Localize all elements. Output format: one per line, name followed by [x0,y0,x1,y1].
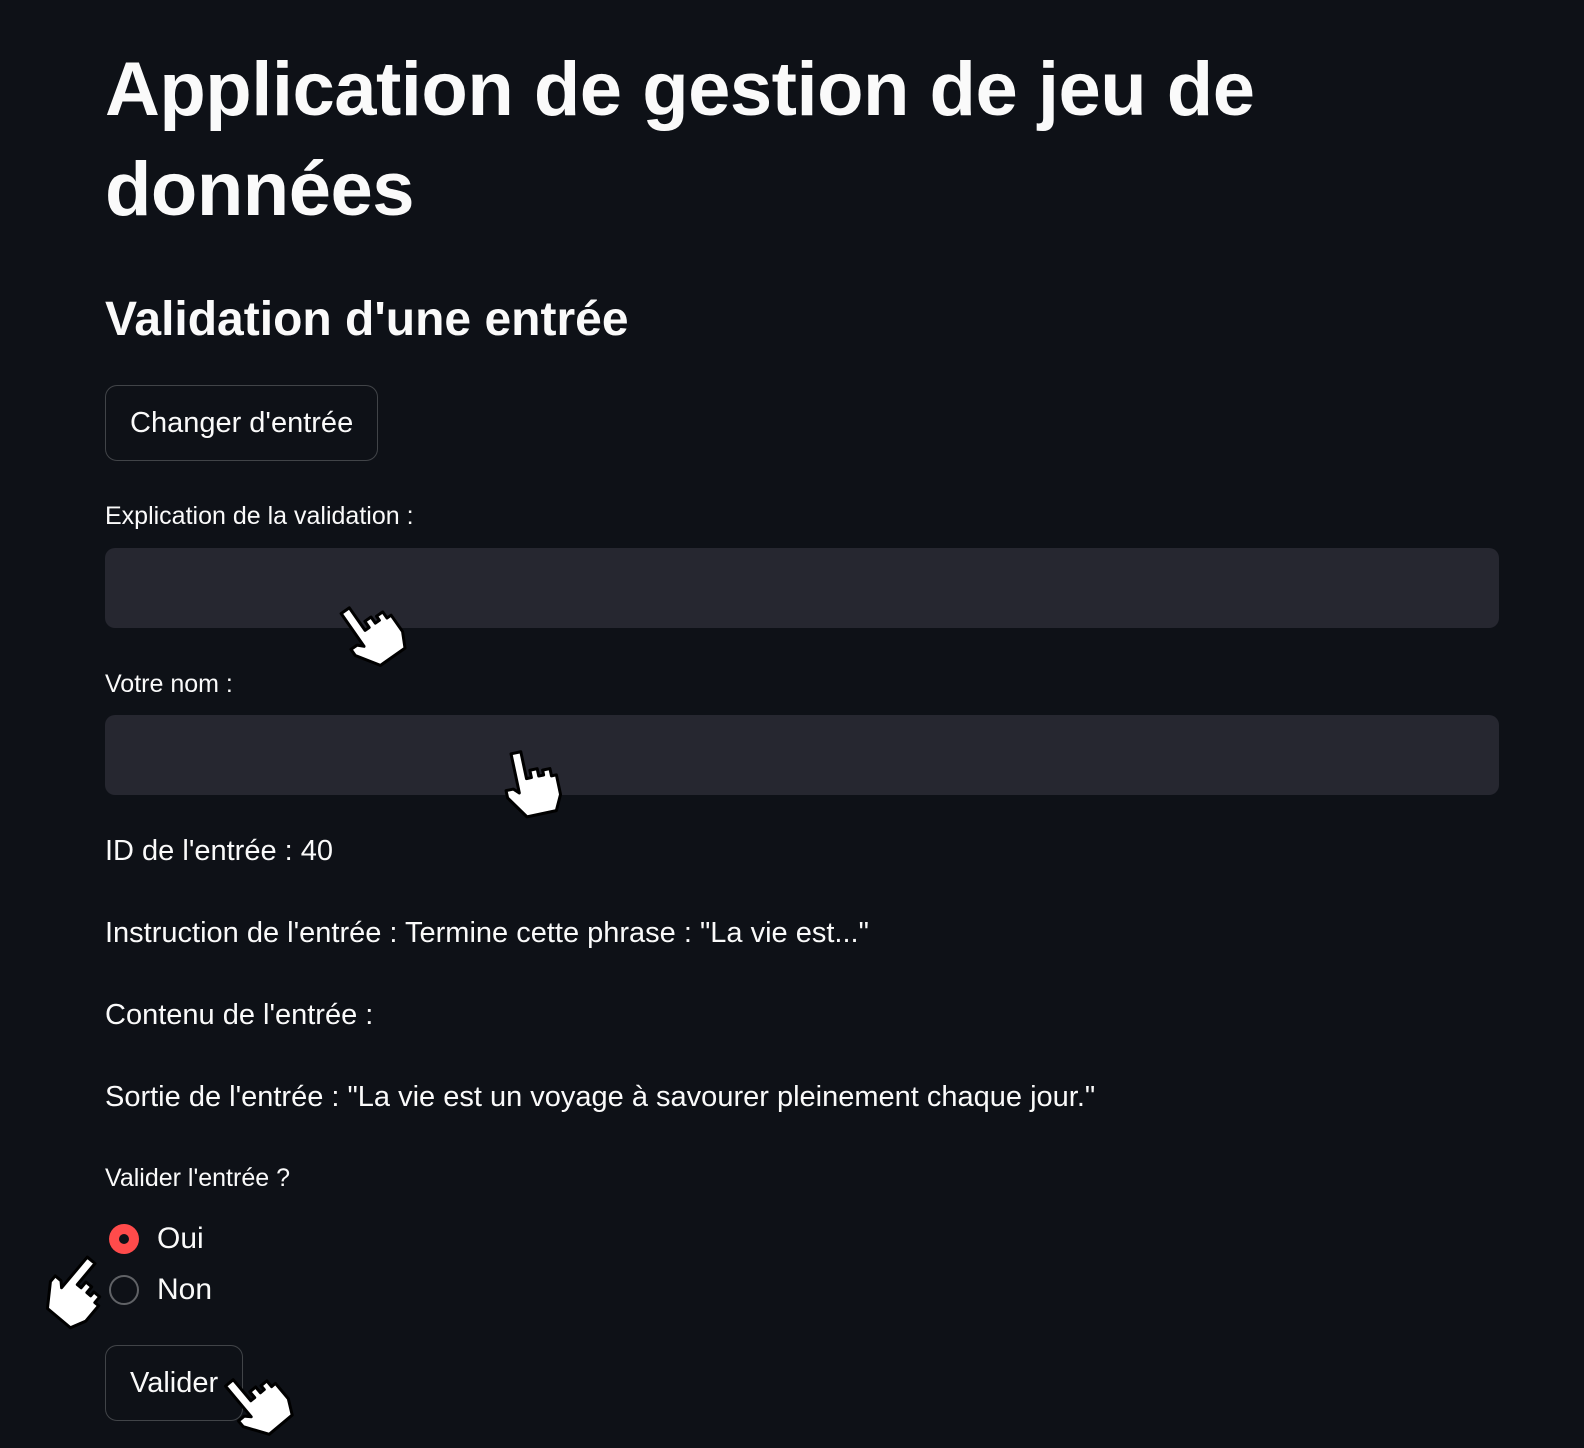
explanation-label: Explication de la validation : [105,502,414,530]
name-input[interactable] [105,715,1499,795]
validate-question-label: Valider l'entrée ? [105,1164,290,1192]
entry-id-text: ID de l'entrée : 40 [105,835,334,867]
entry-content-text: Contenu de l'entrée : [105,999,374,1031]
radio-label-non: Non [157,1273,213,1306]
section-subtitle: Validation d'une entrée [105,293,629,346]
radio-label-oui: Oui [157,1222,204,1255]
main-content: Application de gestion de jeu de données… [105,40,1499,1421]
page-title: Application de gestion de jeu de données [105,47,1255,232]
radio-option-oui[interactable]: Oui [109,1219,204,1259]
entry-output-text: Sortie de l'entrée : "La vie est un voya… [105,1081,1096,1113]
explanation-input[interactable] [105,548,1499,628]
entry-instruction-text: Instruction de l'entrée : Termine cette … [105,917,869,949]
app-page: Application de gestion de jeu de données… [0,0,1584,1448]
pointing-hand-cursor-icon [45,1255,102,1330]
radio-option-non[interactable]: Non [109,1270,212,1310]
name-label: Votre nom : [105,670,233,698]
radio-button-selected[interactable] [109,1224,139,1254]
change-entry-button[interactable]: Changer d'entrée [105,385,379,461]
